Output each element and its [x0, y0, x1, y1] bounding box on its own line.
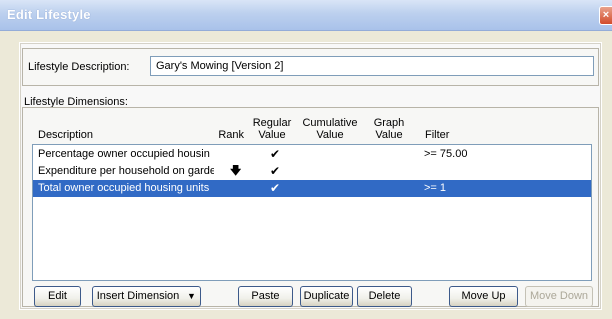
- delete-button[interactable]: Delete: [357, 286, 412, 307]
- row-description: Total owner occupied housing units: [38, 182, 210, 194]
- move-up-button[interactable]: Move Up: [449, 286, 518, 307]
- list-item-selected[interactable]: Total owner occupied housing units ✔ >= …: [33, 180, 591, 197]
- row-filter: >= 75.00: [424, 148, 468, 160]
- paste-button[interactable]: Paste: [238, 286, 293, 307]
- checkmark-icon: ✔: [270, 147, 281, 161]
- chevron-down-icon: ▼: [187, 291, 196, 301]
- insert-dimension-dropdown[interactable]: ▼: [183, 286, 201, 307]
- dimensions-list[interactable]: Percentage owner occupied housin ✔ >= 75…: [32, 144, 592, 281]
- close-icon: ×: [602, 9, 610, 21]
- row-filter: >= 1: [424, 182, 447, 194]
- insert-dimension-button[interactable]: Insert Dimension: [92, 286, 184, 307]
- title-bar: Edit Lifestyle ×: [0, 0, 612, 31]
- close-button[interactable]: ×: [599, 6, 612, 25]
- edit-button[interactable]: Edit: [34, 286, 81, 307]
- window-title: Edit Lifestyle: [7, 7, 91, 22]
- checkmark-icon: ✔: [270, 164, 281, 178]
- row-description: Percentage owner occupied housin: [38, 148, 210, 160]
- lifestyle-description-label: Lifestyle Description:: [28, 61, 130, 73]
- down-arrow-icon: 🡇: [230, 165, 242, 177]
- column-header-rank: Rank: [218, 129, 244, 141]
- column-header-filter: Filter: [425, 129, 450, 141]
- column-header-cumulative-value: Cumulative Value: [302, 117, 358, 141]
- list-item[interactable]: Percentage owner occupied housin ✔ >= 75…: [33, 146, 591, 163]
- row-description: Expenditure per household on gardе: [38, 165, 214, 177]
- move-down-button[interactable]: Move Down: [525, 286, 593, 307]
- column-header-regular-value: Regular Value: [252, 117, 292, 141]
- column-header-description: Description: [38, 129, 94, 141]
- lifestyle-description-input[interactable]: Gary's Mowing [Version 2]: [150, 56, 594, 76]
- list-item[interactable]: Expenditure per household on gardе 🡇 ✔: [33, 163, 591, 180]
- column-header-graph-value: Graph Value: [373, 117, 405, 141]
- checkmark-icon: ✔: [270, 181, 281, 195]
- duplicate-button[interactable]: Duplicate: [300, 286, 353, 307]
